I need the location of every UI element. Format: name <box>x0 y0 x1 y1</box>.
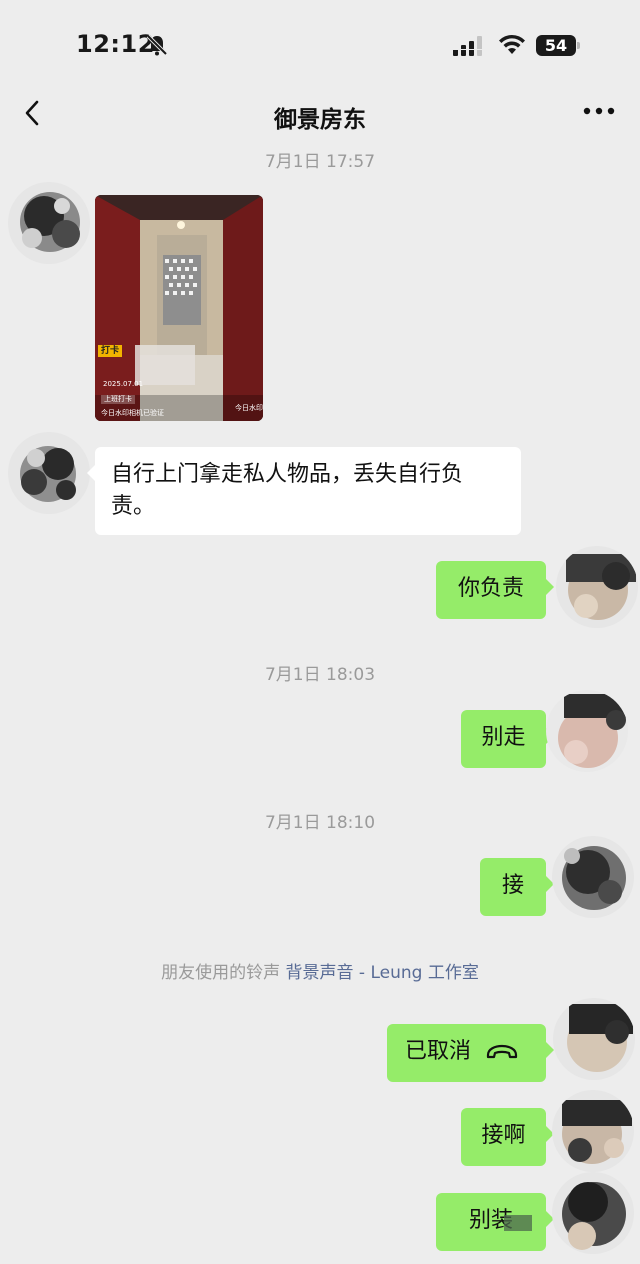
avatar[interactable] <box>552 836 634 918</box>
photo-footer: 今日水印相机已验证 <box>101 409 164 417</box>
watermark-brand: 今日水印 <box>235 404 263 412</box>
punch-tag: 打卡 <box>98 345 123 357</box>
status-bar: 12:12 54 <box>0 0 640 90</box>
avatar[interactable] <box>8 432 90 514</box>
timestamp: 7月1日 18:03 <box>264 665 376 685</box>
more-dots-icon[interactable] <box>582 104 616 118</box>
avatar[interactable] <box>552 1172 634 1254</box>
message-bubble-sent[interactable]: 接啊 <box>461 1108 554 1166</box>
bell-muted-icon <box>146 34 168 56</box>
ringtone-notice: 朋友使用的铃声 背景声音 - Leung 工作室 <box>0 958 640 983</box>
scribble-redaction <box>504 1215 532 1231</box>
avatar[interactable] <box>556 546 638 628</box>
battery-level: 54 <box>544 36 568 55</box>
battery-indicator: 54 <box>536 35 580 56</box>
message-bubble-sent[interactable]: 别走 <box>461 710 554 768</box>
status-time: 12:12 <box>76 30 155 58</box>
cellular-signal-icon <box>453 36 482 56</box>
avatar[interactable] <box>553 998 635 1080</box>
avatar[interactable] <box>8 182 90 264</box>
wifi-icon <box>499 34 525 54</box>
message-bubble-received[interactable]: 自行上门拿走私人物品，丢失自行负责。 <box>87 447 521 535</box>
ringtone-prefix: 朋友使用的铃声 <box>161 963 281 983</box>
avatar[interactable] <box>552 1090 634 1172</box>
photo-message[interactable]: 打卡 2025.07.01 上班打卡 今日水印相机已验证 今日水印 <box>95 195 263 421</box>
timestamp: 7月1日 18:10 <box>264 813 376 833</box>
avatar[interactable] <box>546 690 628 772</box>
message-bubble-sent[interactable]: 别装 <box>436 1193 554 1251</box>
call-cancelled-bubble[interactable]: 已取消 <box>387 1024 554 1082</box>
message-bubble-sent[interactable]: 接 <box>480 858 554 916</box>
chat-header: 御景房东 <box>0 90 640 145</box>
hang-up-phone-icon <box>486 1044 518 1059</box>
checkin-label: 上班打卡 <box>101 395 135 404</box>
timestamp: 7月1日 17:57 <box>264 152 376 172</box>
ringtone-song-link[interactable]: 背景声音 - Leung 工作室 <box>286 963 479 983</box>
message-bubble-sent[interactable]: 你负责 <box>436 561 554 619</box>
chat-title: 御景房东 <box>274 107 366 133</box>
photo-date: 2025.07.01 <box>103 380 144 388</box>
call-status-label: 已取消 <box>405 1039 472 1064</box>
